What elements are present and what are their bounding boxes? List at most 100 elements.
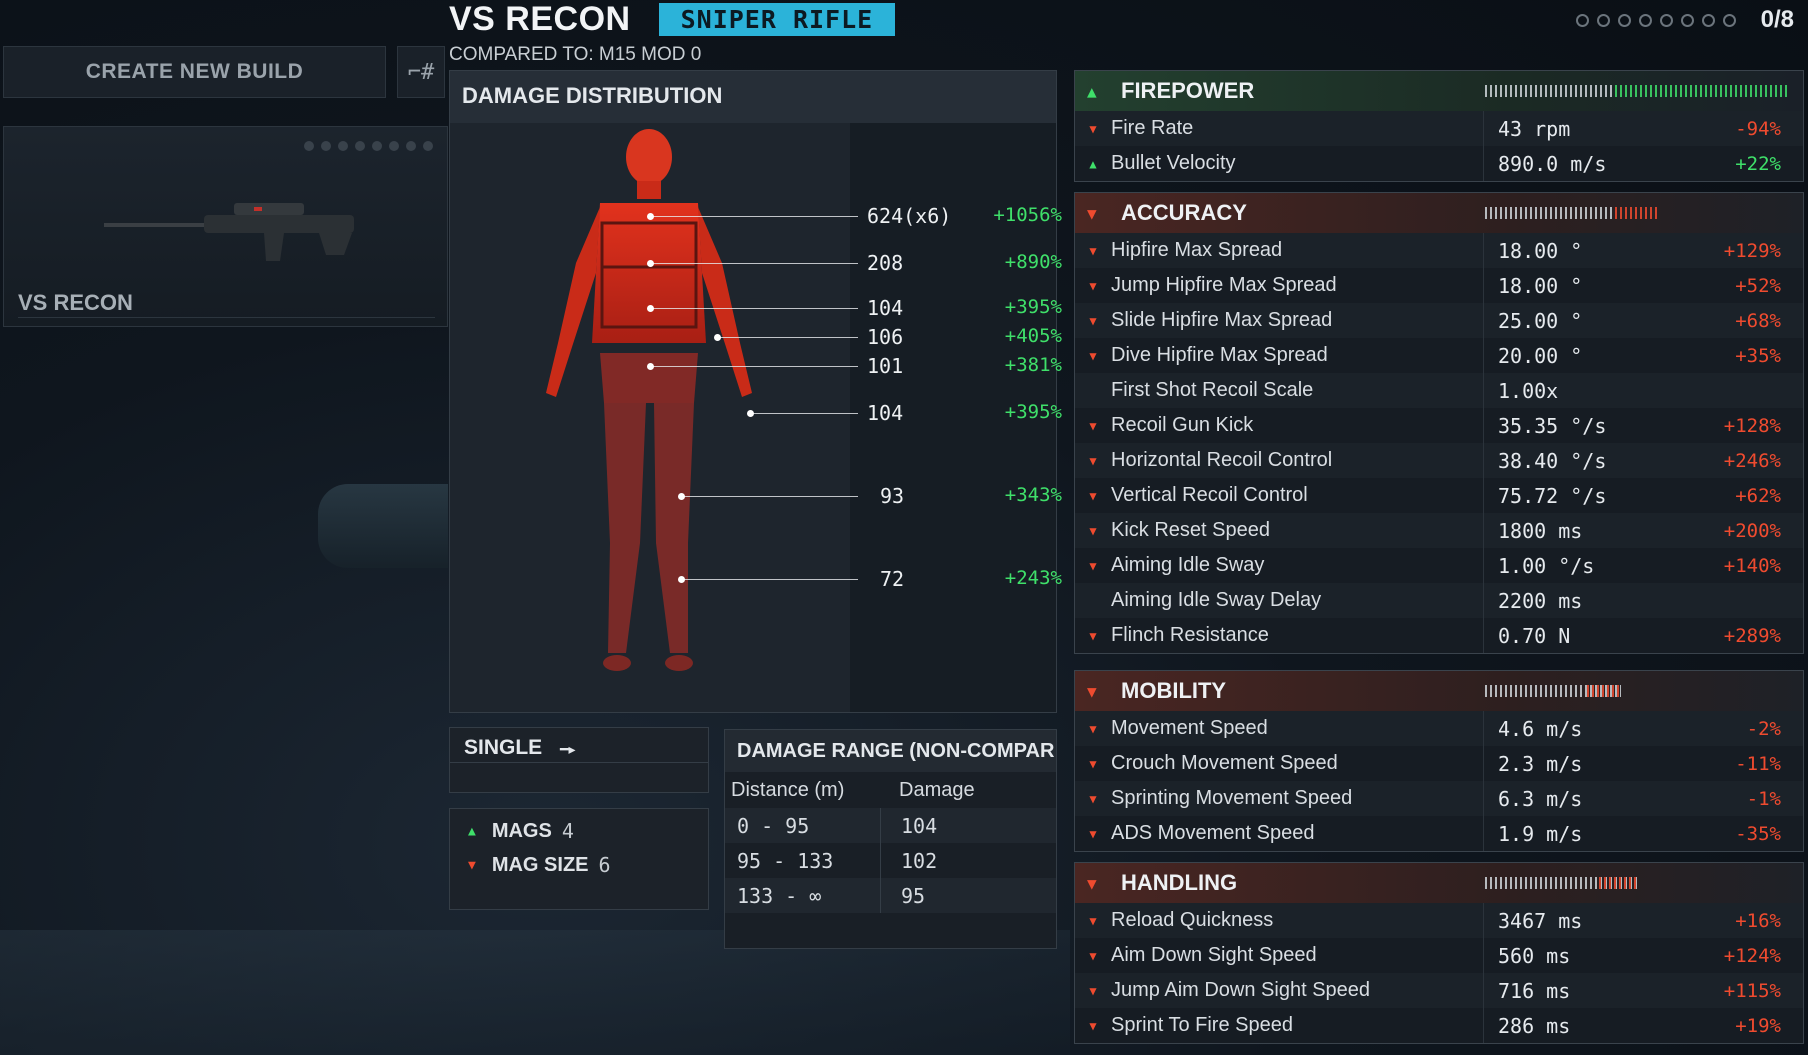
section-stat-bar-fill xyxy=(1614,207,1658,219)
progress-dots xyxy=(1576,14,1736,27)
stat-row[interactable]: ▼ Fire Rate 43 rpm -94% xyxy=(1075,111,1803,146)
range-damage: 104 xyxy=(901,813,938,838)
section-stat-bar-fill xyxy=(1598,877,1637,889)
triangle-down-icon: ▼ xyxy=(1089,348,1097,363)
zone-damage-value: 72 xyxy=(880,567,905,591)
damage-range-row: 133 - ∞ 95 xyxy=(725,878,1056,913)
section-header[interactable]: ▼ HANDLING xyxy=(1075,863,1803,903)
zone-damage-delta: +1056% xyxy=(993,204,1062,226)
stat-section-mobility[interactable]: ▼ MOBILITY ▼ Movement Speed 4.6 m/s -2% ▼ Crouc… xyxy=(1074,670,1804,852)
damage-zone-row: 72 +243% xyxy=(450,567,1062,605)
body-diagram: 624(x6) +1056% 208 +890% 104 +395% 106 +405% 101… xyxy=(450,123,1062,712)
stat-row[interactable]: Aiming Idle Sway Delay 2200 ms xyxy=(1075,583,1803,618)
mags-row: ▲ MAGS 4 xyxy=(468,819,574,843)
stat-name: Recoil Gun Kick xyxy=(1111,414,1254,436)
section-header[interactable]: ▼ ACCURACY xyxy=(1075,193,1803,233)
zone-marker-dot xyxy=(647,213,654,220)
stat-row[interactable]: ▼ Sprinting Movement Speed 6.3 m/s -1% xyxy=(1075,781,1803,816)
damage-zone-row: 104 +395% xyxy=(450,296,1062,334)
stat-name: ADS Movement Speed xyxy=(1111,822,1315,844)
stat-section-accuracy[interactable]: ▼ ACCURACY ▼ Hipfire Max Spread 18.00 ° +129%… xyxy=(1074,192,1804,654)
stat-name: Aim Down Sight Speed xyxy=(1111,944,1317,966)
stat-section-handling[interactable]: ▼ HANDLING ▼ Reload Quickness 3467 ms +16% ▼ Ai… xyxy=(1074,862,1804,1044)
zone-damage-delta: +395% xyxy=(1004,296,1062,318)
zone-marker-dot xyxy=(747,410,754,417)
section-header[interactable]: ▼ MOBILITY xyxy=(1075,671,1803,711)
progress-dot xyxy=(1639,14,1652,27)
stat-delta: +52% xyxy=(1735,274,1781,297)
section-stats: ▼ Fire Rate 43 rpm -94% ▲ Bullet Velocity 890.… xyxy=(1075,111,1803,181)
triangle-up-icon: ▲ xyxy=(1089,156,1097,171)
stat-row[interactable]: First Shot Recoil Scale 1.00x xyxy=(1075,373,1803,408)
zone-damage-delta: +381% xyxy=(1004,354,1062,376)
zone-leader-line xyxy=(681,579,858,580)
stat-name: Slide Hipfire Max Spread xyxy=(1111,309,1333,331)
card-pagination xyxy=(304,141,433,151)
stat-row[interactable]: ▼ Kick Reset Speed 1800 ms +200% xyxy=(1075,513,1803,548)
zone-damage-value: 208 xyxy=(867,251,904,275)
stat-name: Hipfire Max Spread xyxy=(1111,239,1283,261)
stat-delta: +22% xyxy=(1735,152,1781,175)
stat-row[interactable]: ▼ Crouch Movement Speed 2.3 m/s -11% xyxy=(1075,746,1803,781)
stat-row[interactable]: ▼ Jump Hipfire Max Spread 18.00 ° +52% xyxy=(1075,268,1803,303)
stat-name: Aiming Idle Sway Delay xyxy=(1111,589,1322,611)
damage-range-panel: DAMAGE RANGE (NON-COMPAR Distance (m) Da… xyxy=(724,729,1057,949)
triangle-down-icon: ▼ xyxy=(1089,756,1097,771)
stat-row[interactable]: ▼ Horizontal Recoil Control 38.40 °/s +246% xyxy=(1075,443,1803,478)
stat-row[interactable]: ▲ Bullet Velocity 890.0 m/s +22% xyxy=(1075,146,1803,181)
zone-marker-dot xyxy=(678,576,685,583)
section-title: HANDLING xyxy=(1121,870,1238,895)
stat-value: 2200 ms xyxy=(1483,583,1803,618)
stat-row[interactable]: ▼ Reload Quickness 3467 ms +16% xyxy=(1075,903,1803,938)
stat-row[interactable]: ▼ Aim Down Sight Speed 560 ms +124% xyxy=(1075,938,1803,973)
stat-delta: -11% xyxy=(1735,752,1781,775)
triangle-down-icon: ▼ xyxy=(1089,488,1097,503)
zone-leader-line xyxy=(750,413,858,414)
damage-range-title: DAMAGE RANGE (NON-COMPAR xyxy=(725,730,1056,772)
stat-section-firepower[interactable]: ▲ FIREPOWER ▼ Fire Rate 43 rpm -94% ▲ Bullet Ve… xyxy=(1074,70,1804,182)
triangle-down-icon: ▼ xyxy=(468,857,476,873)
stat-row[interactable]: ▼ Vertical Recoil Control 75.72 °/s +62% xyxy=(1075,478,1803,513)
stat-name: Aiming Idle Sway xyxy=(1111,554,1265,576)
triangle-down-icon: ▼ xyxy=(1087,873,1097,893)
stat-delta: +128% xyxy=(1723,414,1781,437)
section-header[interactable]: ▲ FIREPOWER xyxy=(1075,71,1803,111)
triangle-down-icon: ▼ xyxy=(1089,313,1097,328)
section-stat-bar-fill xyxy=(1615,85,1788,97)
stat-row[interactable]: ▼ Sprint To Fire Speed 286 ms +19% xyxy=(1075,1008,1803,1043)
stat-name: Jump Aim Down Sight Speed xyxy=(1111,979,1371,1001)
section-stats: ▼ Hipfire Max Spread 18.00 ° +129% ▼ Jump Hip… xyxy=(1075,233,1803,653)
stat-row[interactable]: ▼ Dive Hipfire Max Spread 20.00 ° +35% xyxy=(1075,338,1803,373)
stat-name: Movement Speed xyxy=(1111,717,1268,739)
stat-name: Vertical Recoil Control xyxy=(1111,484,1308,506)
zone-damage-value: 104 xyxy=(867,296,904,320)
weapon-class-badge: SNIPER RIFLE xyxy=(658,3,896,36)
progress-dot xyxy=(1660,14,1673,27)
triangle-down-icon: ▼ xyxy=(1089,913,1097,928)
build-code-button[interactable]: ⌐# xyxy=(397,46,445,98)
stat-row[interactable]: ▼ Flinch Resistance 0.70 N +289% xyxy=(1075,618,1803,653)
create-new-build-button[interactable]: CREATE NEW BUILD xyxy=(3,46,386,98)
mag-size-row: ▼ MAG SIZE 6 xyxy=(468,853,611,877)
zone-damage-delta: +343% xyxy=(1004,484,1062,506)
stat-delta: +289% xyxy=(1723,624,1781,647)
stat-row[interactable]: ▼ Movement Speed 4.6 m/s -2% xyxy=(1075,711,1803,746)
progress-dot xyxy=(1702,14,1715,27)
stat-row[interactable]: ▼ Slide Hipfire Max Spread 25.00 ° +68% xyxy=(1075,303,1803,338)
stat-delta: +19% xyxy=(1735,1014,1781,1037)
triangle-up-icon: ▲ xyxy=(468,823,476,839)
stat-row[interactable]: ▼ ADS Movement Speed 1.9 m/s -35% xyxy=(1075,816,1803,851)
stat-row[interactable]: ▼ Aiming Idle Sway 1.00 °/s +140% xyxy=(1075,548,1803,583)
zone-marker-dot xyxy=(714,334,721,341)
stat-row[interactable]: ▼ Jump Aim Down Sight Speed 716 ms +115% xyxy=(1075,973,1803,1008)
compared-to-label: COMPARED TO: M15 MOD 0 xyxy=(449,44,702,65)
stat-name: Dive Hipfire Max Spread xyxy=(1111,344,1328,366)
stat-delta: +16% xyxy=(1735,909,1781,932)
loadout-card[interactable]: VS RECON xyxy=(3,126,448,327)
stat-row[interactable]: ▼ Hipfire Max Spread 18.00 ° +129% xyxy=(1075,233,1803,268)
stat-row[interactable]: ▼ Recoil Gun Kick 35.35 °/s +128% xyxy=(1075,408,1803,443)
triangle-down-icon: ▼ xyxy=(1089,721,1097,736)
damage-distribution-panel: DAMAGE DISTRIBUTION 624(x6) +1056% 208 +890… xyxy=(449,70,1062,713)
damage-zone-row: 104 +395% xyxy=(450,401,1062,439)
stat-name: Kick Reset Speed xyxy=(1111,519,1270,541)
